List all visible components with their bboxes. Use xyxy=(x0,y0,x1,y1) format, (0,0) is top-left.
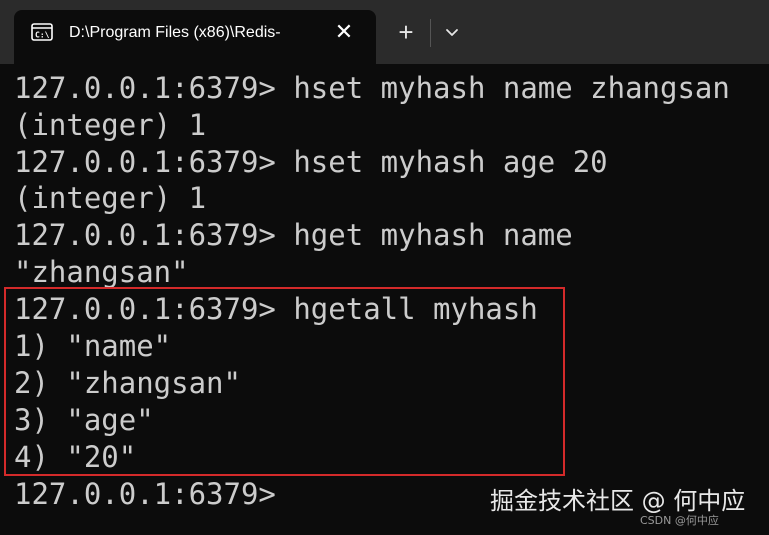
tab-title: D:\Program Files (x86)\Redis- xyxy=(69,24,281,41)
terminal-line: 4) "20" xyxy=(14,440,137,474)
svg-text:C:\: C:\ xyxy=(35,31,50,40)
terminal-line: 127.0.0.1:6379> hget myhash name xyxy=(14,218,573,252)
new-tab-button[interactable]: + xyxy=(392,19,420,46)
terminal-line: (integer) 1 xyxy=(14,181,207,215)
terminal-line: 3) "age" xyxy=(14,403,154,437)
terminal-icon: C:\ xyxy=(31,23,53,41)
tab-separator xyxy=(430,19,431,47)
tab-redis-cli[interactable]: C:\ D:\Program Files (x86)\Redis- ✕ xyxy=(14,10,376,64)
terminal-line: 127.0.0.1:6379> hset myhash age 20 xyxy=(14,145,608,179)
terminal-line: "zhangsan" xyxy=(14,255,189,289)
terminal-line: 2) "zhangsan" xyxy=(14,366,241,400)
chevron-down-icon[interactable] xyxy=(440,22,464,44)
close-tab-button[interactable]: ✕ xyxy=(332,20,356,44)
terminal-line: 1) "name" xyxy=(14,329,172,363)
terminal-line: 127.0.0.1:6379> hset myhash name zhangsa… xyxy=(14,71,730,105)
terminal-line: 127.0.0.1:6379> hgetall myhash xyxy=(14,292,538,326)
title-bar: C:\ D:\Program Files (x86)\Redis- ✕ + xyxy=(0,0,769,64)
terminal-prompt: 127.0.0.1:6379> xyxy=(14,477,276,511)
terminal-window: C:\ D:\Program Files (x86)\Redis- ✕ + 12… xyxy=(0,0,769,535)
watermark-small-text: CSDN @何中应 xyxy=(640,514,719,527)
terminal-line: (integer) 1 xyxy=(14,108,207,142)
terminal-output[interactable]: 127.0.0.1:6379> hset myhash name zhangsa… xyxy=(0,64,769,535)
watermark-text: 掘金技术社区 @ 何中应 xyxy=(490,487,746,515)
